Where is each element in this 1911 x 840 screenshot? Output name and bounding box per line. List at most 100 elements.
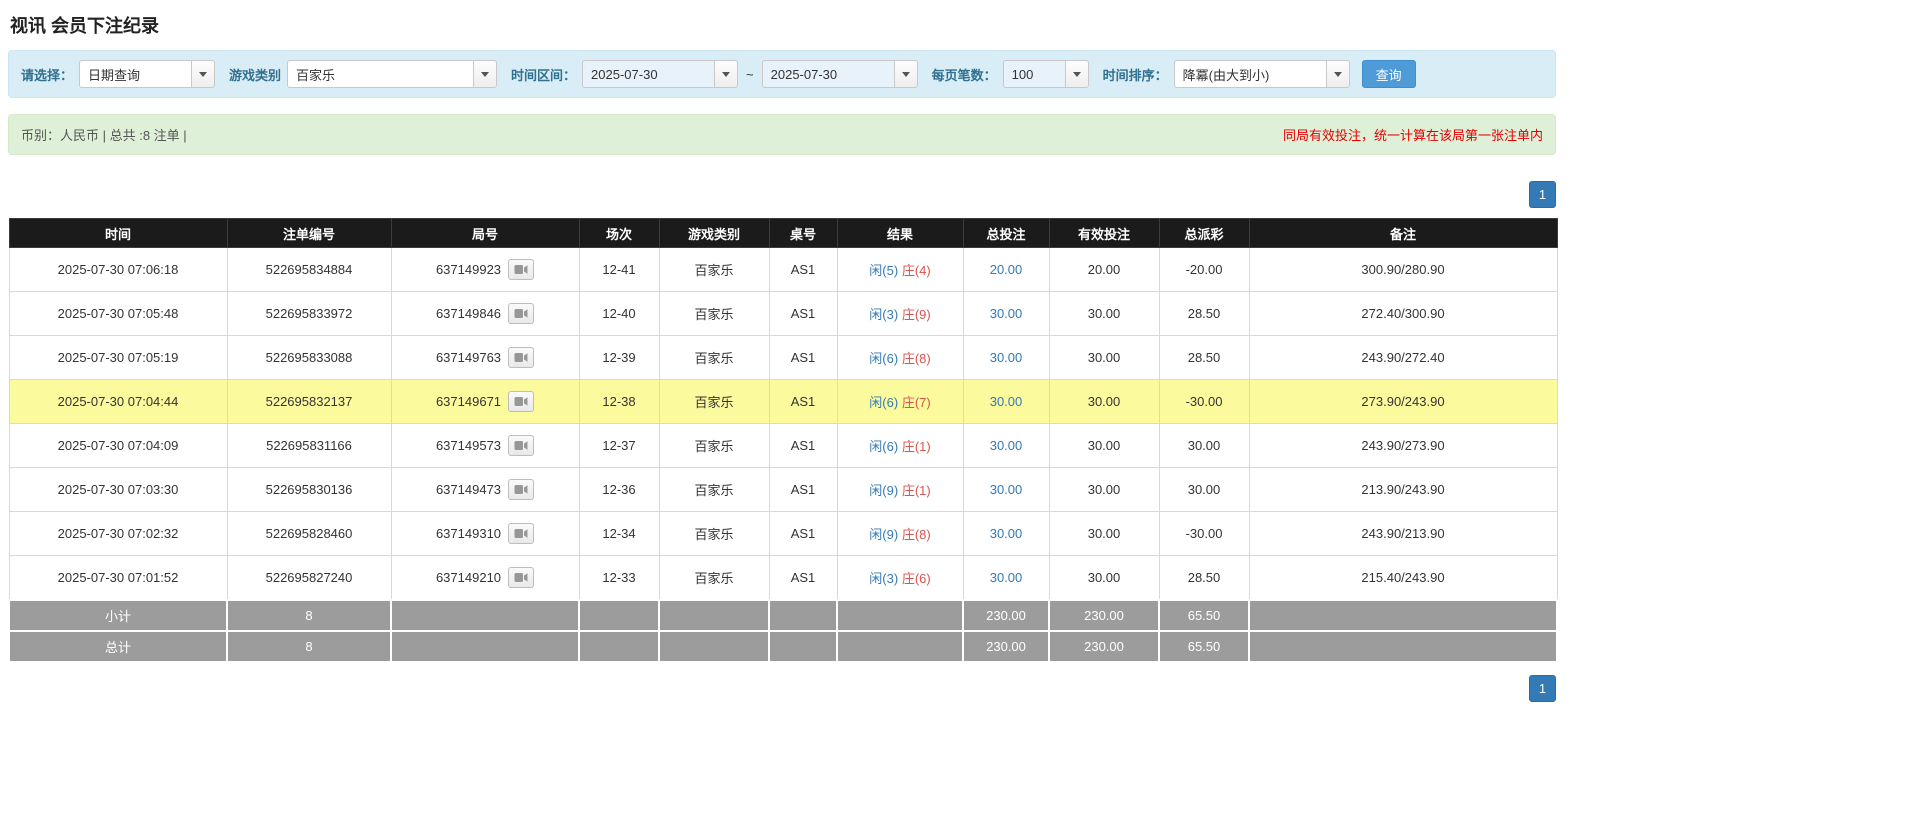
game-type-dropdown-button[interactable] [473,60,497,88]
chevron-down-icon [481,72,489,77]
video-replay-button[interactable] [508,391,534,412]
subtotal-empty [391,600,579,631]
date-from-dropdown-button[interactable] [714,60,738,88]
summary-bar: 币别：人民币 | 总共 :8 注单 | 同局有效投注，统一计算在该局第一张注单内 [8,114,1556,155]
result-banker: 庄(6) [902,571,931,586]
cell-total-bet: 30.00 [963,424,1049,468]
cell-time: 2025-07-30 07:01:52 [9,556,227,600]
video-replay-button[interactable] [508,303,534,324]
date-from-input[interactable] [582,60,714,88]
page-size-input[interactable] [1003,60,1065,88]
cell-game-type: 百家乐 [659,424,769,468]
cell-time: 2025-07-30 07:04:09 [9,424,227,468]
round-number: 637149310 [436,526,501,541]
subtotal-label: 小计 [9,600,227,631]
cell-remark: 213.90/243.90 [1249,468,1557,512]
header-time: 时间 [9,219,227,248]
cell-game-type: 百家乐 [659,512,769,556]
cell-session: 12-41 [579,248,659,292]
date-to-dropdown-button[interactable] [894,60,918,88]
cell-remark: 243.90/273.90 [1249,424,1557,468]
total-bet-link[interactable]: 30.00 [990,306,1023,321]
result-banker: 庄(8) [902,351,931,366]
cell-session: 12-39 [579,336,659,380]
cell-result: 闲(6) 庄(8) [837,336,963,380]
table-row: 2025-07-30 07:05:48 522695833972 6371498… [9,292,1557,336]
page-number-button[interactable]: 1 [1529,181,1556,208]
query-type-input[interactable] [79,60,191,88]
video-replay-button[interactable] [508,567,534,588]
total-bet-link[interactable]: 30.00 [990,438,1023,453]
cell-session: 12-40 [579,292,659,336]
cell-remark: 243.90/213.90 [1249,512,1557,556]
result-banker: 庄(4) [902,263,931,278]
header-table-no: 桌号 [769,219,837,248]
total-bet-link[interactable]: 20.00 [990,262,1023,277]
cell-bet-id: 522695830136 [227,468,391,512]
total-bet-link[interactable]: 30.00 [990,394,1023,409]
total-bet-link[interactable]: 30.00 [990,570,1023,585]
cell-payout: 28.50 [1159,292,1249,336]
cell-bet-id: 522695827240 [227,556,391,600]
cell-session: 12-37 [579,424,659,468]
query-type-label: 请选择： [21,65,73,84]
page-size-dropdown-button[interactable] [1065,60,1089,88]
cell-valid-bet: 20.00 [1049,248,1159,292]
video-camera-icon [514,440,528,451]
total-empty [391,631,579,662]
video-camera-icon [514,308,528,319]
cell-round: 637149210 [391,556,579,600]
cell-remark: 243.90/272.40 [1249,336,1557,380]
cell-total-bet: 20.00 [963,248,1049,292]
total-bet-link[interactable]: 30.00 [990,526,1023,541]
sort-dropdown-button[interactable] [1326,60,1350,88]
video-replay-button[interactable] [508,523,534,544]
records-header: 时间 注单编号 局号 场次 游戏类别 桌号 结果 总投注 有效投注 总派彩 备注 [9,219,1557,248]
cell-game-type: 百家乐 [659,336,769,380]
game-type-combo [287,60,497,88]
table-row: 2025-07-30 07:05:19 522695833088 6371497… [9,336,1557,380]
cell-result: 闲(5) 庄(4) [837,248,963,292]
chevron-down-icon [722,72,730,77]
query-type-dropdown-button[interactable] [191,60,215,88]
video-camera-icon [514,528,528,539]
filter-bar: 请选择： 游戏类别 时间区间： ~ 每页笔数： 时间排序： [8,50,1556,98]
query-button[interactable]: 查询 [1362,60,1416,88]
query-type-combo [79,60,215,88]
subtotal-row: 小计 8 230.00 230.00 65.50 [9,600,1557,631]
video-replay-button[interactable] [508,479,534,500]
result-player: 闲(9) [869,527,898,542]
cell-round: 637149573 [391,424,579,468]
sort-input[interactable] [1174,60,1326,88]
game-type-input[interactable] [287,60,473,88]
total-bet-link[interactable]: 30.00 [990,482,1023,497]
video-replay-button[interactable] [508,259,534,280]
cell-round: 637149671 [391,380,579,424]
cell-session: 12-33 [579,556,659,600]
cell-valid-bet: 30.00 [1049,292,1159,336]
page-title: 视讯 会员下注纪录 [8,8,1556,50]
cell-payout: -30.00 [1159,512,1249,556]
total-total-bet: 230.00 [963,631,1049,662]
video-replay-button[interactable] [508,435,534,456]
cell-session: 12-34 [579,512,659,556]
cell-payout: 30.00 [1159,468,1249,512]
cell-total-bet: 30.00 [963,556,1049,600]
table-row: 2025-07-30 07:02:32 522695828460 6371493… [9,512,1557,556]
cell-valid-bet: 30.00 [1049,468,1159,512]
total-bet-link[interactable]: 30.00 [990,350,1023,365]
chevron-down-icon [902,72,910,77]
total-empty [579,631,659,662]
result-player: 闲(3) [869,571,898,586]
header-session: 场次 [579,219,659,248]
cell-time: 2025-07-30 07:05:48 [9,292,227,336]
cell-round: 637149923 [391,248,579,292]
result-player: 闲(6) [869,351,898,366]
table-row: 2025-07-30 07:01:52 522695827240 6371492… [9,556,1557,600]
date-to-combo [762,60,918,88]
cell-table-no: AS1 [769,292,837,336]
page-number-button[interactable]: 1 [1529,675,1556,702]
cell-round: 637149763 [391,336,579,380]
date-to-input[interactable] [762,60,894,88]
video-replay-button[interactable] [508,347,534,368]
